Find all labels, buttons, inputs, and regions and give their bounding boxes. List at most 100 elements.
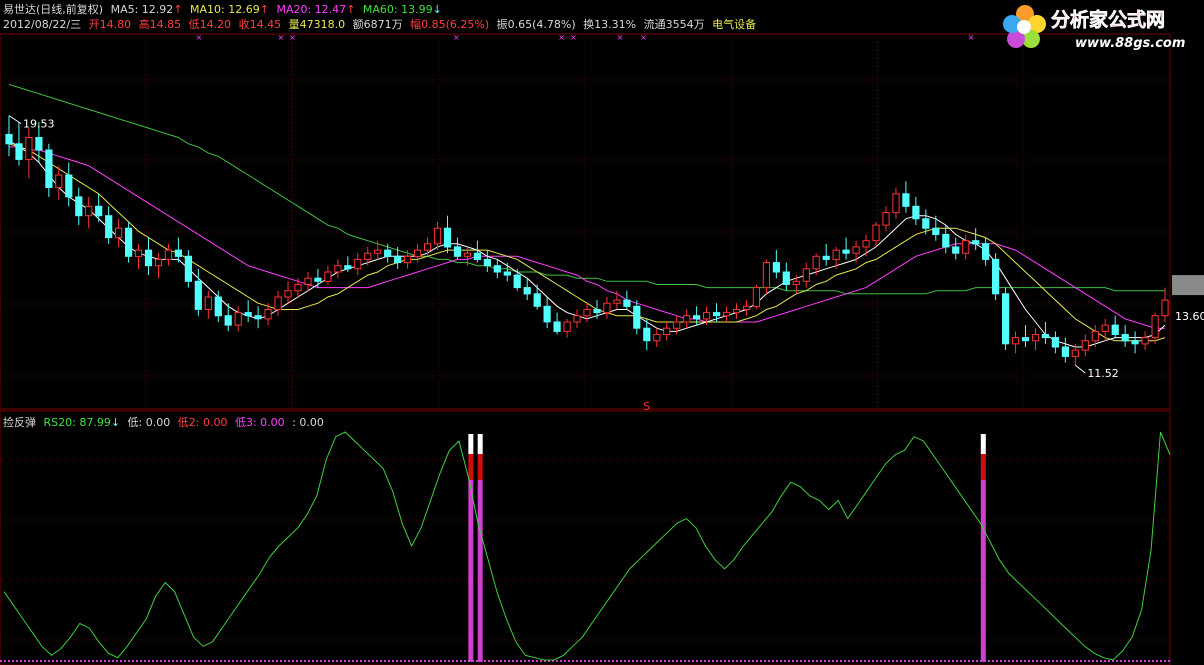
quote-amount: 额6871万 [352, 18, 403, 31]
candle-body [414, 249, 422, 257]
candle-body [374, 249, 382, 254]
quote-low: 低14.20 [188, 18, 232, 31]
candle-body [1041, 334, 1050, 339]
candle-body [583, 309, 591, 317]
candle-body [932, 227, 940, 235]
candle-body [792, 280, 800, 285]
rs20-line [3, 431, 1171, 661]
sell-marker: S [643, 400, 650, 413]
ma20-line [9, 146, 1165, 329]
quote-turnover: 换13.31% [583, 18, 637, 31]
candle-body [992, 258, 1000, 295]
candle-body [563, 321, 571, 332]
last-price-label: 13.60 [1175, 310, 1204, 323]
ma60-value: MA60: 13.99↓ [362, 3, 442, 16]
candle-body [45, 149, 53, 188]
candle-body [513, 274, 521, 289]
candle-body [952, 246, 960, 254]
signal-bar [980, 480, 986, 662]
event-marker: × [968, 33, 975, 42]
candle-body [115, 227, 123, 239]
candle-body [324, 271, 332, 282]
candle-body [603, 302, 611, 314]
candle-body [1061, 346, 1070, 357]
candle-body [473, 252, 481, 260]
candle-body [55, 174, 63, 188]
event-marker: × [570, 33, 577, 42]
candle-body [433, 227, 442, 245]
rs20-value: RS20: 87.99↓ [43, 416, 121, 429]
candle-body [184, 255, 193, 282]
candle-body [1091, 330, 1099, 342]
candle-body [85, 205, 93, 217]
candle-body [394, 255, 402, 264]
signal-bar [477, 480, 483, 662]
candle-body [314, 277, 322, 282]
candle-body [1101, 324, 1109, 332]
candle-body [284, 290, 292, 298]
candle-body [35, 137, 43, 151]
candle-body [1121, 334, 1129, 342]
quote-sector: 电气设备 [712, 18, 757, 31]
indicator-name: 捡反弹 [3, 416, 36, 429]
candle-body [134, 249, 143, 257]
candlestick-series [5, 115, 1169, 366]
candle-body [5, 133, 13, 145]
last-price-box [1172, 275, 1204, 296]
event-marker: × [453, 33, 460, 42]
quote-change: 幅0.85(6.25%) [410, 18, 490, 31]
quote-amplitude: 振0.65(4.78%) [496, 18, 576, 31]
price-labels: 19.53 11.52 13.60 S × × × × × × × × × [8, 33, 1204, 413]
candle-body [1131, 340, 1139, 345]
signal-bar-top [477, 434, 483, 454]
candle-body [1051, 337, 1060, 348]
candle-body [75, 196, 83, 217]
candle-body [264, 309, 272, 320]
candle-body [703, 312, 711, 320]
candle-body [732, 309, 741, 314]
candle-body [174, 249, 183, 257]
candle-body [663, 327, 671, 336]
candle-body [842, 249, 850, 254]
candle-body [95, 205, 103, 217]
candle-body [822, 255, 830, 260]
candle-body [214, 296, 222, 317]
candle-body [643, 327, 651, 342]
candle-body [1081, 340, 1089, 351]
ma60-line [8, 83, 1165, 295]
candle-body [722, 312, 731, 317]
candle-body [344, 265, 352, 270]
event-marker: × [289, 33, 296, 42]
candle-body [234, 312, 242, 326]
ma10-value: MA10: 12.69↑ [190, 3, 269, 16]
candle-body [154, 258, 163, 267]
candle-body [15, 143, 23, 160]
candle-body [453, 246, 462, 257]
candle-body [683, 315, 691, 323]
candle-body [673, 321, 681, 329]
candle-body [742, 305, 751, 310]
candle-body [1021, 337, 1030, 342]
signal-bar-top [468, 434, 474, 454]
candle-body [653, 334, 661, 342]
candle-body [463, 252, 471, 257]
candle-body [493, 265, 501, 273]
candle-body [962, 240, 970, 254]
stock-name: 易世达(日线,前复权) [3, 3, 104, 16]
quote-close: 收14.45 [238, 18, 282, 31]
event-marker: × [617, 33, 624, 42]
candle-body [762, 262, 770, 289]
candle-body [922, 218, 930, 229]
chart-canvas: 19.53 11.52 13.60 S × × × × × × × × × [0, 33, 1204, 665]
flower-icon [1003, 5, 1046, 48]
candle-body [802, 268, 810, 282]
signal-bar-top [980, 434, 986, 454]
candle-body [1141, 337, 1149, 345]
high-price-label: 19.53 [23, 118, 55, 131]
logo-title: 分析家公式网 [1051, 8, 1165, 31]
candle-body [254, 315, 262, 320]
candle-body [25, 137, 33, 160]
candle-body [832, 249, 840, 261]
candle-body [364, 252, 372, 260]
candle-body [982, 243, 990, 260]
